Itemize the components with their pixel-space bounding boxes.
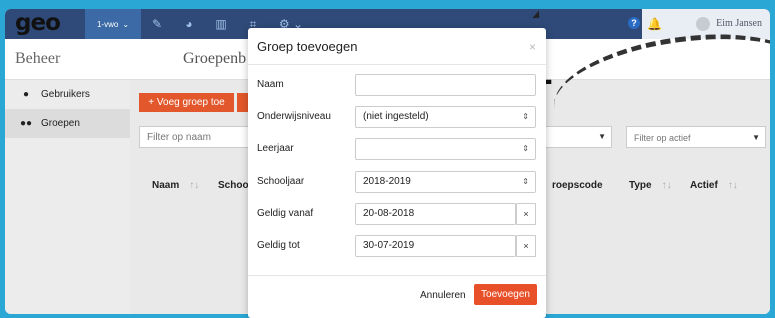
updown-icon: ⇕ [522, 144, 529, 153]
plus-icon: + [148, 97, 157, 108]
sidebar-item-groepen[interactable]: ●● Groepen [5, 109, 130, 138]
book-icon[interactable]: ▥ [205, 9, 237, 39]
filter-name-input[interactable]: Filter op naam [139, 126, 249, 148]
column-label: Type [629, 180, 652, 191]
schooljaar-select[interactable]: 2018-2019 ⇕ [355, 171, 536, 193]
sidebar-item-label: Groepen [41, 118, 80, 129]
updown-icon: ⇕ [522, 112, 529, 121]
sidebar-item-label: Gebruikers [41, 89, 90, 100]
section-title: Beheer [15, 50, 61, 67]
column-label: roepscode [552, 180, 603, 191]
modal-title: Groep toevoegen [257, 39, 358, 54]
field-label-schooljaar: Schooljaar [257, 176, 305, 187]
column-label: Actief [690, 180, 718, 191]
field-label-geldig-vanaf: Geldig vanaf [257, 208, 314, 219]
caret-down-icon: ▼ [752, 133, 760, 142]
select-value: 2018-2019 [363, 176, 411, 187]
sidebar: ● Gebruikers ●● Groepen [5, 80, 130, 314]
submit-button[interactable]: Toevoegen [474, 284, 537, 305]
column-header-actief[interactable]: Actief ↑↓ [690, 180, 738, 191]
users-icon: ●● [19, 118, 33, 129]
field-label-naam: Naam [257, 79, 284, 90]
clear-vanaf-button[interactable]: × [516, 203, 536, 225]
sort-icon: ↑↓ [189, 180, 200, 191]
cancel-button[interactable]: Annuleren [420, 290, 466, 301]
close-icon[interactable]: × [529, 40, 536, 54]
logo-text: geo [15, 10, 61, 36]
column-header-groepscode[interactable]: roepscode [552, 180, 603, 191]
column-header-naam[interactable]: Naam ↑↓ [152, 180, 199, 191]
divider [248, 64, 546, 65]
avatar[interactable] [696, 17, 710, 31]
sort-icon: ↑↓ [661, 180, 672, 191]
updown-icon: ⇕ [522, 177, 529, 186]
bell-icon[interactable]: 🔔 [647, 17, 662, 31]
edit-icon[interactable]: ✎ [141, 9, 173, 39]
clear-tot-button[interactable]: × [516, 235, 536, 257]
column-label: Naam [152, 180, 180, 191]
user-icon: ● [22, 89, 30, 100]
add-group-label: Voeg groep toe [156, 97, 225, 108]
divider [248, 275, 546, 276]
chevron-down-icon: ⌄ [122, 19, 130, 29]
sidebar-item-gebruikers[interactable]: ● Gebruikers [5, 80, 130, 109]
level-label: 1-vwo [96, 19, 119, 29]
add-group-modal: Groep toevoegen × Naam Onderwijsniveau (… [248, 28, 546, 318]
user-name[interactable]: Eim Jansen [716, 18, 762, 29]
onderwijsniveau-select[interactable]: (niet ingesteld) ⇕ [355, 106, 536, 128]
level-dropdown[interactable]: 1-vwo ⌄ [85, 9, 141, 39]
field-label-leerjaar: Leerjaar [257, 143, 294, 154]
add-group-button[interactable]: + Voeg groep toe [139, 93, 234, 112]
column-header-type[interactable]: Type ↑↓ [629, 180, 672, 191]
naam-input[interactable] [355, 74, 536, 96]
page-title: Groepenb [183, 50, 247, 67]
geldig-tot-input[interactable]: 30-07-2019 [355, 235, 516, 257]
leerjaar-select[interactable]: ⇕ [355, 138, 536, 160]
select-value: (niet ingesteld) [363, 111, 429, 122]
sort-icon: ↑↓ [727, 180, 738, 191]
field-label-onderwijsniveau: Onderwijsniveau [257, 111, 331, 122]
geldig-vanaf-input[interactable]: 20-08-2018 [355, 203, 516, 225]
field-label-geldig-tot: Geldig tot [257, 240, 300, 251]
globe-icon[interactable]: ◕ [173, 9, 205, 39]
help-icon[interactable]: ? [628, 17, 640, 29]
